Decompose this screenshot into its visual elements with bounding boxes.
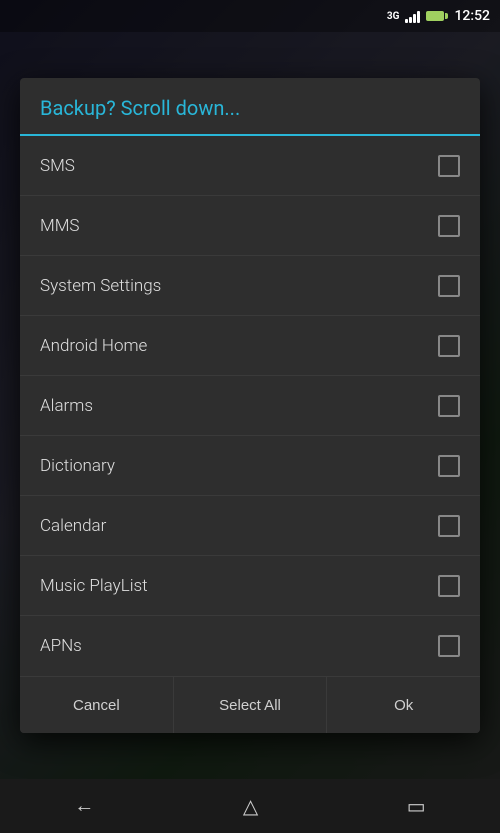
list-item-calendar[interactable]: Calendar (20, 496, 480, 556)
nav-bar: ← △ ▭ (0, 779, 500, 833)
dialog-buttons-row: CancelSelect AllOk (20, 676, 480, 733)
checkbox-calendar[interactable] (438, 515, 460, 537)
item-label-sms: SMS (40, 156, 75, 176)
backup-options-list: SMS MMS System Settings Android Home Alarms D… (20, 136, 480, 676)
list-item-alarms[interactable]: Alarms (20, 376, 480, 436)
item-label-apns: APNs (40, 636, 82, 656)
list-item-dictionary[interactable]: Dictionary (20, 436, 480, 496)
item-label-dictionary: Dictionary (40, 456, 115, 476)
select-all-button[interactable]: Select All (174, 677, 328, 733)
checkbox-music-playlist[interactable] (438, 575, 460, 597)
ok-button[interactable]: Ok (327, 677, 480, 733)
home-button[interactable]: △ (219, 786, 282, 827)
list-item-mms[interactable]: MMS (20, 196, 480, 256)
item-label-system-settings: System Settings (40, 276, 161, 296)
back-button[interactable]: ← (50, 787, 118, 826)
checkbox-system-settings[interactable] (438, 275, 460, 297)
backup-dialog: Backup? Scroll down... SMS MMS System Sett… (20, 78, 480, 733)
checkbox-sms[interactable] (438, 155, 460, 177)
item-label-alarms: Alarms (40, 396, 93, 416)
home-icon: △ (243, 794, 258, 819)
checkbox-mms[interactable] (438, 215, 460, 237)
item-label-mms: MMS (40, 216, 80, 236)
recents-button[interactable]: ▭ (383, 786, 450, 827)
network-type-label: 3G (387, 11, 400, 22)
item-label-android-home: Android Home (40, 336, 147, 356)
dialog-title: Backup? Scroll down... (20, 78, 480, 136)
checkbox-apns[interactable] (438, 635, 460, 657)
list-item-apns[interactable]: APNs (20, 616, 480, 676)
dialog-overlay: Backup? Scroll down... SMS MMS System Sett… (0, 32, 500, 779)
checkbox-alarms[interactable] (438, 395, 460, 417)
list-item-sms[interactable]: SMS (20, 136, 480, 196)
list-item-system-settings[interactable]: System Settings (20, 256, 480, 316)
battery-icon (426, 11, 444, 21)
back-icon: ← (74, 795, 94, 818)
clock: 12:52 (454, 8, 490, 24)
checkbox-dictionary[interactable] (438, 455, 460, 477)
list-item-music-playlist[interactable]: Music PlayList (20, 556, 480, 616)
checkbox-android-home[interactable] (438, 335, 460, 357)
recents-icon: ▭ (407, 794, 426, 819)
status-bar: 3G 12:52 (0, 0, 500, 32)
item-label-calendar: Calendar (40, 516, 106, 536)
item-label-music-playlist: Music PlayList (40, 576, 148, 596)
cancel-button[interactable]: Cancel (20, 677, 174, 733)
signal-bars-icon (405, 9, 420, 23)
list-item-android-home[interactable]: Android Home (20, 316, 480, 376)
